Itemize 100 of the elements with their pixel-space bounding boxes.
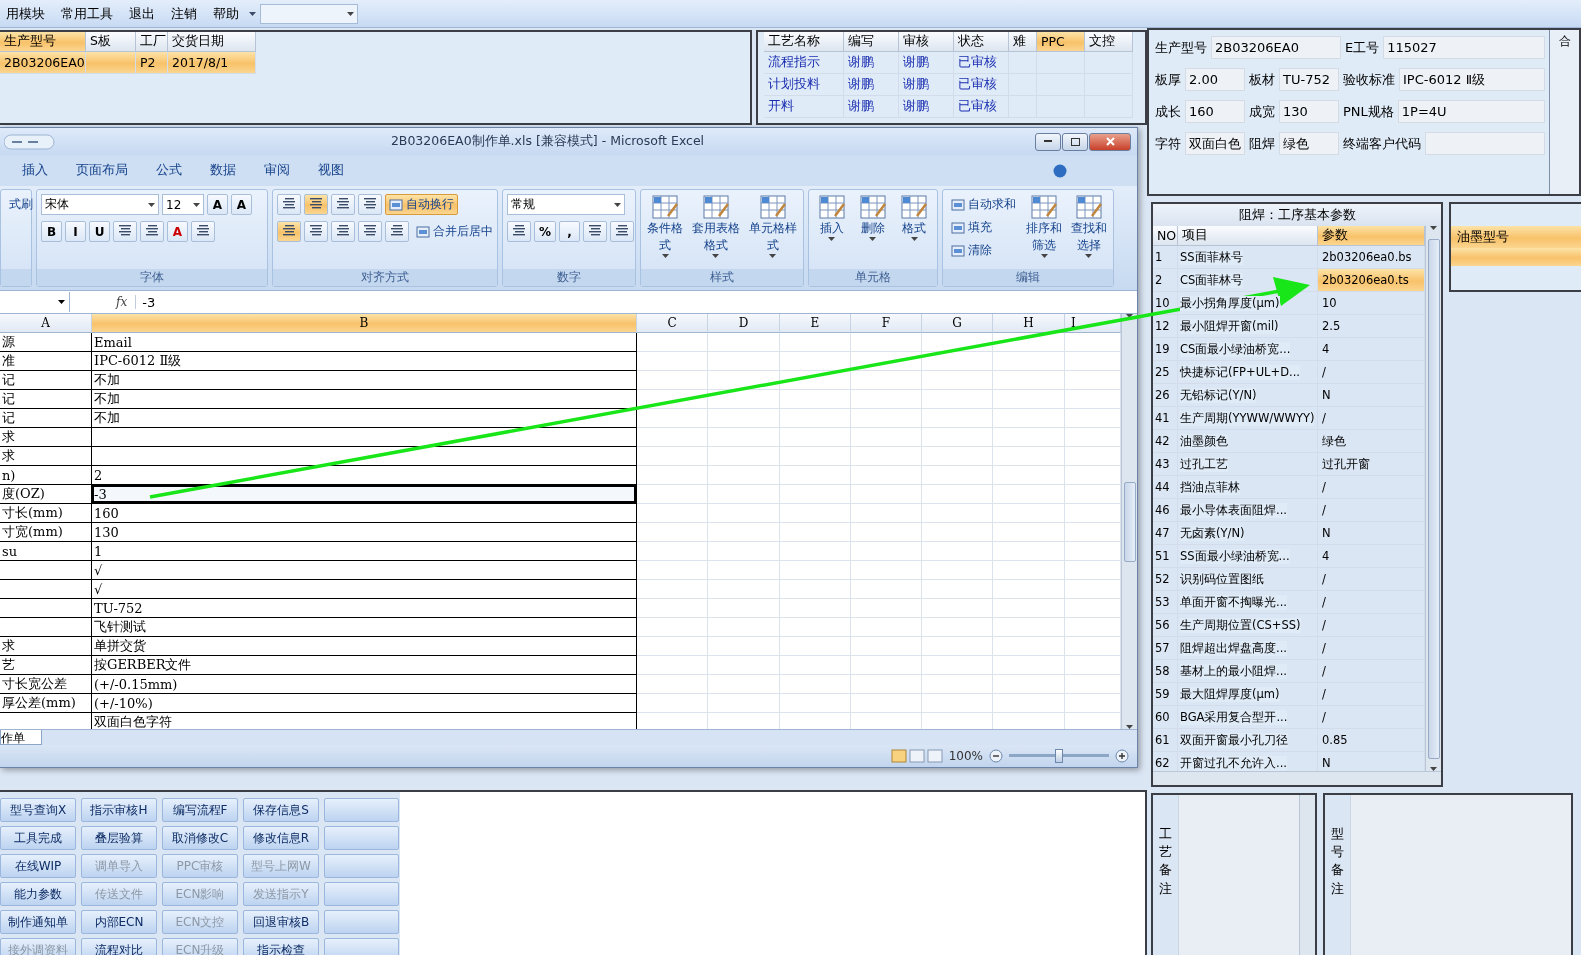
ribbon-button[interactable]: 自动换行 (385, 194, 458, 215)
action-button[interactable]: 保存信息S (243, 798, 319, 822)
ribbon-tab[interactable]: 页面布局 (76, 160, 128, 181)
format-button[interactable] (358, 194, 382, 215)
slider-thumb[interactable] (1055, 749, 1063, 763)
ribbon-button[interactable]: 套用表格格式 (689, 194, 743, 258)
remark-field[interactable] (1350, 795, 1571, 955)
format-button[interactable] (385, 221, 409, 242)
column-header[interactable]: 审核 (899, 32, 954, 52)
info-field[interactable] (1425, 132, 1545, 155)
ribbon-tab[interactable]: 审阅 (264, 160, 290, 181)
ribbon-button[interactable]: 单元格样式 (746, 194, 799, 258)
sheet-tab[interactable]: 作单 (0, 730, 42, 745)
column-header[interactable]: D (708, 314, 780, 333)
menu-item[interactable]: 常用工具 (55, 2, 119, 25)
column-header[interactable]: H (993, 314, 1065, 333)
format-button[interactable] (113, 221, 137, 242)
ribbon-tab[interactable]: 插入 (22, 160, 48, 181)
action-button[interactable]: 指示审核H (81, 798, 157, 822)
ribbon-button[interactable]: 条件格式 (645, 194, 686, 258)
ribbon-tab[interactable]: 视图 (318, 160, 344, 181)
ribbon-button[interactable]: 格式 (895, 194, 933, 241)
format-button[interactable] (277, 194, 301, 215)
format-button[interactable] (277, 221, 301, 242)
column-header[interactable]: PPC (1037, 32, 1085, 52)
action-button[interactable]: 制作通知单 (0, 910, 76, 934)
format-button[interactable] (331, 221, 355, 242)
format-button[interactable] (583, 221, 608, 242)
format-button[interactable] (191, 221, 215, 242)
format-button[interactable] (507, 221, 531, 242)
format-button[interactable] (304, 194, 328, 215)
column-header[interactable]: C (637, 314, 708, 333)
action-button[interactable]: 工具完成 (0, 826, 76, 850)
zoom-out-icon[interactable] (989, 749, 1003, 763)
action-button[interactable]: 内部ECN (81, 910, 157, 934)
combo-field[interactable]: 12 (162, 194, 204, 215)
ribbon-button[interactable]: 式刷 (5, 194, 37, 215)
column-header[interactable]: 工艺名称 (764, 32, 844, 52)
minimize-button[interactable] (1035, 132, 1061, 151)
format-button[interactable]: I (65, 221, 86, 242)
format-button[interactable] (610, 221, 635, 242)
action-button[interactable]: 型号查询X (0, 798, 76, 822)
column-header[interactable]: 状态 (954, 32, 1009, 52)
column-header[interactable]: 编写 (844, 32, 899, 52)
column-header[interactable]: A (0, 314, 92, 333)
scrollbar[interactable] (1425, 226, 1441, 771)
info-field[interactable]: 双面白色 (1185, 132, 1245, 155)
close-button[interactable] (1089, 132, 1131, 151)
menu-item[interactable]: 帮助 (207, 2, 245, 25)
action-button[interactable]: 取消修改C (162, 826, 238, 850)
scroll-thumb[interactable] (1427, 238, 1440, 759)
scrollbar[interactable] (1153, 771, 1441, 785)
column-header[interactable]: NO (1153, 226, 1178, 246)
ribbon-button[interactable]: 清除 (947, 240, 1020, 261)
column-header[interactable]: S板 (86, 32, 136, 52)
info-field[interactable]: 130 (1279, 100, 1339, 123)
ribbon-tab[interactable]: 公式 (156, 160, 182, 181)
ribbon-tab[interactable]: 数据 (210, 160, 236, 181)
remark-field[interactable] (1178, 795, 1315, 955)
ribbon-button[interactable]: 查找和选择 (1068, 194, 1109, 258)
formula-field[interactable]: -3 (142, 294, 156, 310)
action-button[interactable]: 流程对比 (81, 938, 157, 955)
column-header[interactable]: 生产型号 (0, 32, 86, 52)
format-button[interactable]: B (41, 221, 62, 242)
column-header[interactable]: 交货日期 (168, 32, 256, 52)
info-field[interactable]: 160 (1185, 100, 1245, 123)
format-button[interactable] (304, 221, 328, 242)
column-header[interactable]: F (851, 314, 922, 333)
info-field[interactable]: TU-752 (1279, 68, 1339, 91)
format-button[interactable]: A (231, 194, 252, 215)
format-button[interactable]: U (89, 221, 110, 242)
format-button[interactable]: % (534, 221, 557, 242)
column-header[interactable]: 文控 (1085, 32, 1133, 52)
format-button[interactable] (140, 221, 164, 242)
menu-item[interactable]: 退出 (123, 2, 161, 25)
zoom-in-icon[interactable] (1115, 749, 1129, 763)
combo-field[interactable]: 宋体 (41, 194, 159, 215)
column-header[interactable]: 难 (1009, 32, 1037, 52)
action-button[interactable]: 指示检查 (243, 938, 319, 955)
action-button[interactable]: 回退审核B (243, 910, 319, 934)
action-button[interactable]: 在线WIP (0, 854, 76, 878)
dropdown-field[interactable] (260, 3, 358, 24)
scrollbar[interactable] (1121, 314, 1137, 729)
format-button[interactable] (331, 194, 355, 215)
info-field[interactable]: 115027 (1383, 36, 1545, 59)
combo-field[interactable]: 常规 (507, 194, 625, 215)
action-button[interactable]: 编写流程F (162, 798, 238, 822)
info-field[interactable]: 2.00 (1185, 68, 1245, 91)
format-button[interactable]: A (207, 194, 228, 215)
action-button[interactable]: 修改信息R (243, 826, 319, 850)
column-header[interactable]: G (922, 314, 993, 333)
column-header[interactable]: 项目 (1178, 226, 1318, 246)
maximize-button[interactable] (1062, 132, 1088, 151)
help-icon[interactable] (1053, 163, 1067, 178)
action-button[interactable]: 叠层验算 (81, 826, 157, 850)
ribbon-button[interactable]: 插入 (813, 194, 851, 241)
menu-item[interactable]: 用模块 (0, 2, 51, 25)
column-header[interactable]: 参数 (1318, 226, 1425, 246)
info-field[interactable]: 绿色 (1279, 132, 1339, 155)
info-field[interactable]: 1P=4U (1397, 100, 1545, 123)
